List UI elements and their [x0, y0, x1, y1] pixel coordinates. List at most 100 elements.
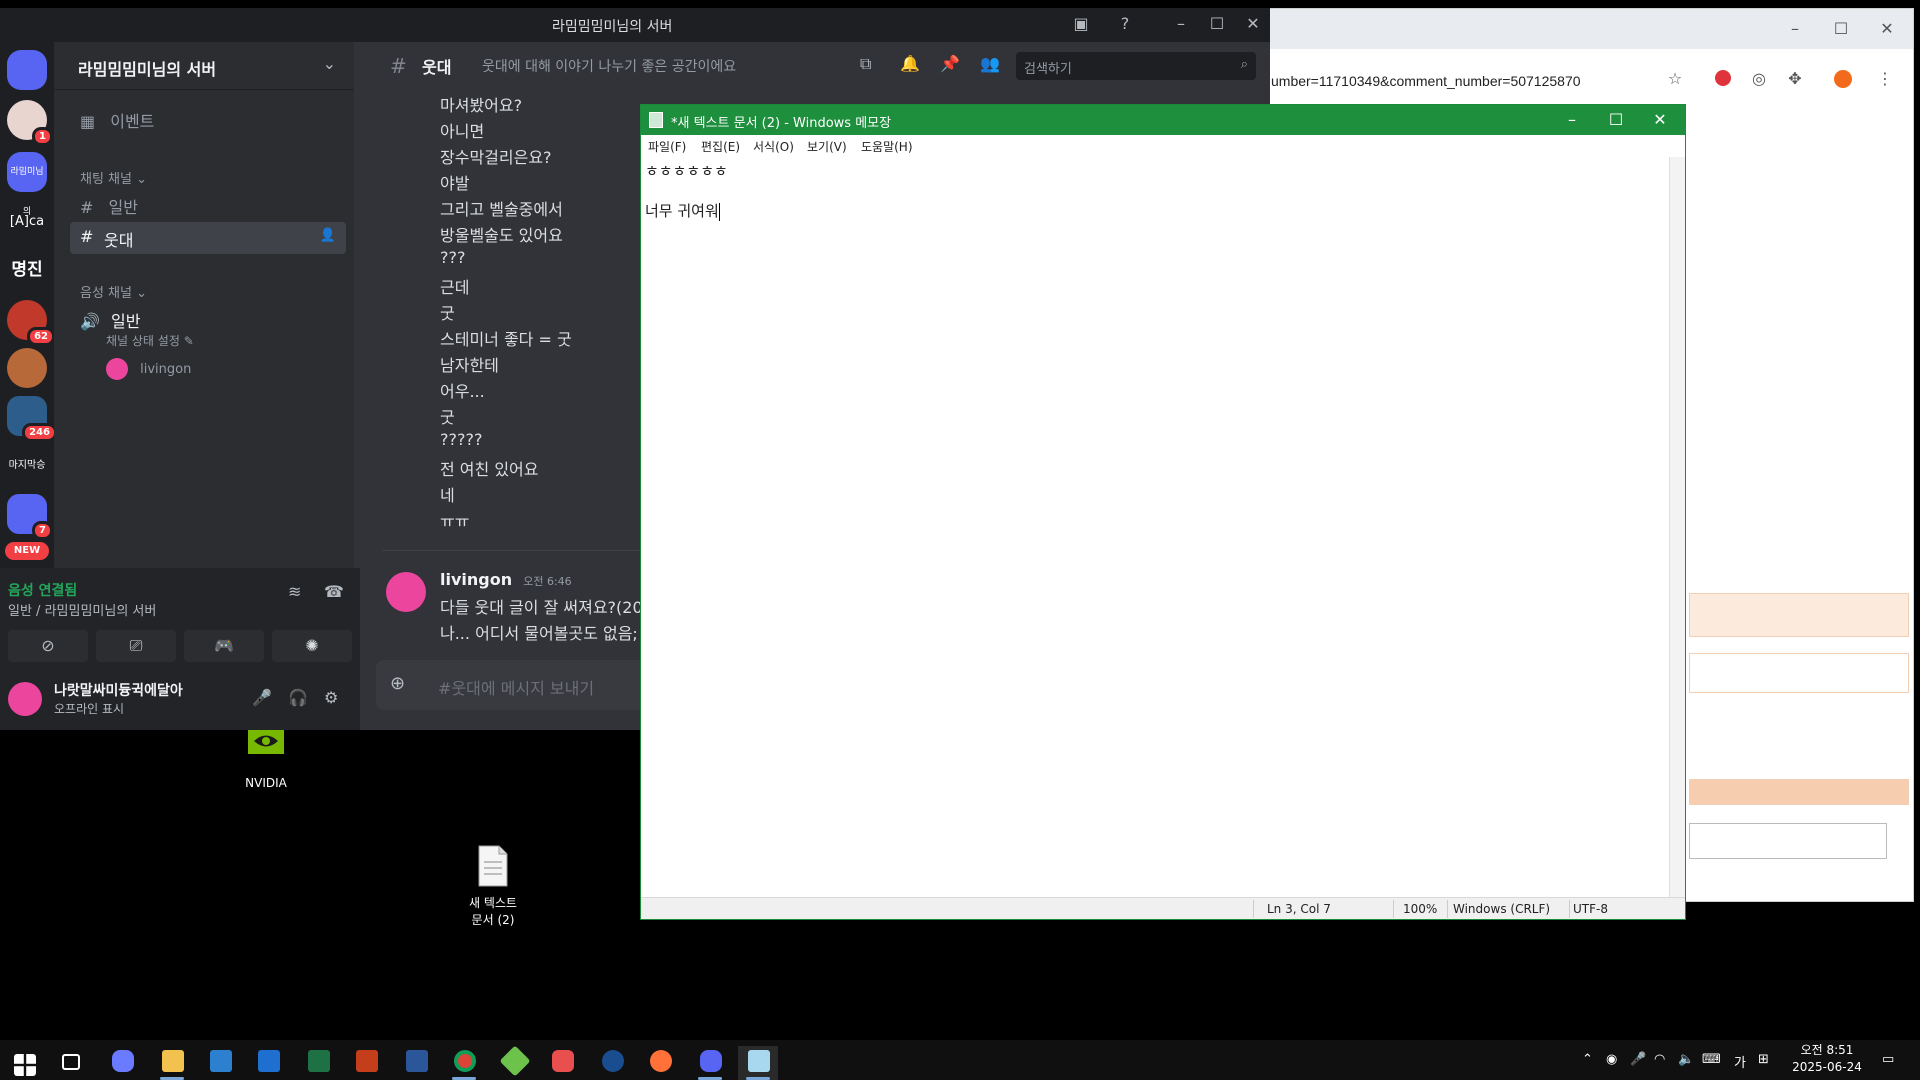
- profile-avatar[interactable]: [1833, 69, 1853, 89]
- puzzle-icon[interactable]: ✥: [1785, 69, 1805, 89]
- close-button[interactable]: ✕: [1877, 19, 1897, 39]
- new-badge[interactable]: NEW: [5, 542, 49, 560]
- channel-item-general[interactable]: # 일반: [80, 194, 138, 218]
- divider: [1447, 900, 1448, 918]
- voice-member[interactable]: livingon: [106, 358, 191, 380]
- taskbar-app-chrome[interactable]: [444, 1046, 484, 1080]
- menu-file[interactable]: 파일(F): [648, 138, 686, 155]
- taskbar-app-green[interactable]: [494, 1045, 534, 1080]
- comment-textarea[interactable]: [1689, 823, 1887, 859]
- soundboard-button[interactable]: ✺: [272, 630, 352, 662]
- voice-channel-general[interactable]: 🔊 일반: [80, 308, 140, 332]
- taskbar-app-store[interactable]: [248, 1046, 288, 1080]
- gear-icon[interactable]: ⚙: [324, 688, 338, 707]
- avatar[interactable]: [8, 682, 42, 716]
- members-icon[interactable]: 👥: [980, 54, 1000, 73]
- server-icon-current[interactable]: 라밈미님의: [7, 152, 47, 217]
- message-header: livingon 오전 6:46: [440, 570, 572, 589]
- text-category[interactable]: 채팅 채널 ⌄: [80, 168, 147, 187]
- server-icon[interactable]: 246: [7, 396, 57, 442]
- ime-mode-icon[interactable]: ⊞: [1758, 1052, 1769, 1067]
- taskbar-app-copilot[interactable]: [102, 1046, 142, 1080]
- ime-indicator[interactable]: 가: [1734, 1052, 1746, 1071]
- clock[interactable]: 오전 8:51 2025-06-24: [1790, 1042, 1864, 1076]
- taskbar-app-powerpoint[interactable]: [346, 1046, 386, 1080]
- voice-connected-status[interactable]: 음성 연결됨: [8, 580, 77, 600]
- more-menu-icon[interactable]: ⋮: [1875, 69, 1895, 89]
- maximize-button[interactable]: ☐: [1831, 19, 1851, 39]
- microphone-icon[interactable]: 🎤: [1630, 1052, 1646, 1067]
- server-header[interactable]: 라밈밈밈미님의 서버 ⌄: [54, 42, 354, 90]
- maximize-button[interactable]: ☐: [1601, 108, 1631, 132]
- taskbar-app-blue[interactable]: [592, 1046, 632, 1080]
- taskbar-app-word[interactable]: [396, 1046, 436, 1080]
- help-icon[interactable]: ?: [1114, 14, 1136, 33]
- activities-button[interactable]: 🎮: [184, 630, 264, 662]
- maximize-button[interactable]: ☐: [1206, 14, 1228, 33]
- taskbar-app-kakao[interactable]: [200, 1046, 240, 1080]
- server-icon[interactable]: 62: [7, 300, 55, 346]
- camera-icon[interactable]: ◉: [1606, 1052, 1617, 1067]
- bell-icon[interactable]: 🔔: [900, 54, 920, 73]
- server-icon[interactable]: [7, 348, 47, 388]
- menu-view[interactable]: 보기(V): [807, 138, 847, 155]
- voice-location[interactable]: 일반 / 라밈밈밈미님의 서버: [8, 600, 156, 619]
- search-input[interactable]: 검색하기 ⌕: [1016, 52, 1256, 80]
- message-author[interactable]: livingon: [440, 570, 512, 589]
- events-item[interactable]: ▦ 이벤트: [80, 108, 154, 132]
- server-icon[interactable]: 7: [7, 494, 53, 540]
- menu-edit[interactable]: 편집(E): [701, 138, 740, 155]
- keyboard-icon[interactable]: ⌨: [1702, 1052, 1721, 1067]
- page-scrollbar[interactable]: [1899, 109, 1909, 899]
- start-button[interactable]: [2, 1046, 42, 1080]
- task-view-button[interactable]: [52, 1046, 92, 1080]
- wifi-icon[interactable]: ◠: [1654, 1052, 1665, 1067]
- text-editor[interactable]: ㅎㅎㅎㅎㅎㅎ 너무 귀여워: [645, 161, 1665, 221]
- close-button[interactable]: ✕: [1242, 14, 1264, 33]
- taskbar-app-excel[interactable]: [298, 1046, 338, 1080]
- menu-help[interactable]: 도움말(H): [861, 138, 913, 155]
- address-bar[interactable]: umber=11710349&comment_number=507125870: [1269, 53, 1789, 107]
- minimize-button[interactable]: –: [1557, 108, 1587, 132]
- url-text[interactable]: umber=11710349&comment_number=507125870: [1271, 73, 1581, 89]
- screen-share-button[interactable]: ⎚: [96, 630, 176, 662]
- taskbar-app-explorer[interactable]: [152, 1046, 192, 1080]
- menu-format[interactable]: 서식(O): [753, 138, 794, 155]
- notification-icon[interactable]: ▭: [1882, 1052, 1894, 1067]
- volume-icon[interactable]: 🔈: [1678, 1052, 1694, 1067]
- avatar[interactable]: [386, 572, 426, 612]
- add-member-icon[interactable]: 👤: [320, 228, 336, 243]
- server-icon[interactable]: 마지막승: [7, 446, 47, 486]
- star-icon[interactable]: ☆: [1665, 69, 1685, 89]
- vertical-scrollbar[interactable]: [1669, 157, 1685, 901]
- inbox-icon[interactable]: ▣: [1070, 14, 1092, 33]
- close-button[interactable]: ✕: [1645, 108, 1675, 132]
- disconnect-icon[interactable]: ☎: [324, 582, 344, 601]
- username[interactable]: 나랏말싸미듕귁에달아: [54, 680, 183, 700]
- extension-adblock-icon[interactable]: [1713, 69, 1733, 89]
- desktop-icon-text-file[interactable]: 새 텍스트 문서 (2): [453, 816, 533, 942]
- discord-home-icon[interactable]: [7, 50, 47, 90]
- taskbar-app-notepad[interactable]: [738, 1046, 778, 1080]
- minimize-button[interactable]: –: [1170, 14, 1192, 33]
- taskbar-app-firefox[interactable]: [640, 1046, 680, 1080]
- voice-status-setting[interactable]: 채널 상태 설정 ✎: [106, 332, 194, 349]
- headphones-icon[interactable]: 🎧: [288, 688, 308, 707]
- globe-icon[interactable]: ◎: [1749, 69, 1769, 89]
- threads-icon[interactable]: ⧉: [860, 54, 871, 74]
- pin-icon[interactable]: 📌: [940, 54, 960, 73]
- microphone-icon[interactable]: 🎤: [252, 688, 272, 707]
- desktop-icon-nvidia[interactable]: NVIDIA: [226, 726, 306, 790]
- server-icon[interactable]: 명진: [7, 250, 47, 290]
- noise-suppression-icon[interactable]: ≋: [288, 582, 301, 601]
- minimize-button[interactable]: –: [1785, 19, 1805, 39]
- camera-button[interactable]: ⊘: [8, 630, 88, 662]
- add-attachment-icon[interactable]: ⊕: [390, 673, 405, 694]
- channel-item-utdae[interactable]: # 웃대 👤: [70, 222, 346, 254]
- taskbar-app-discord[interactable]: [690, 1046, 730, 1080]
- chevron-up-icon[interactable]: ⌃: [1582, 1052, 1593, 1067]
- taskbar-app-red[interactable]: [542, 1046, 582, 1080]
- voice-category[interactable]: 음성 채널 ⌄: [80, 282, 147, 301]
- server-icon[interactable]: 1: [7, 100, 53, 146]
- server-icon[interactable]: [A]ca: [7, 202, 47, 242]
